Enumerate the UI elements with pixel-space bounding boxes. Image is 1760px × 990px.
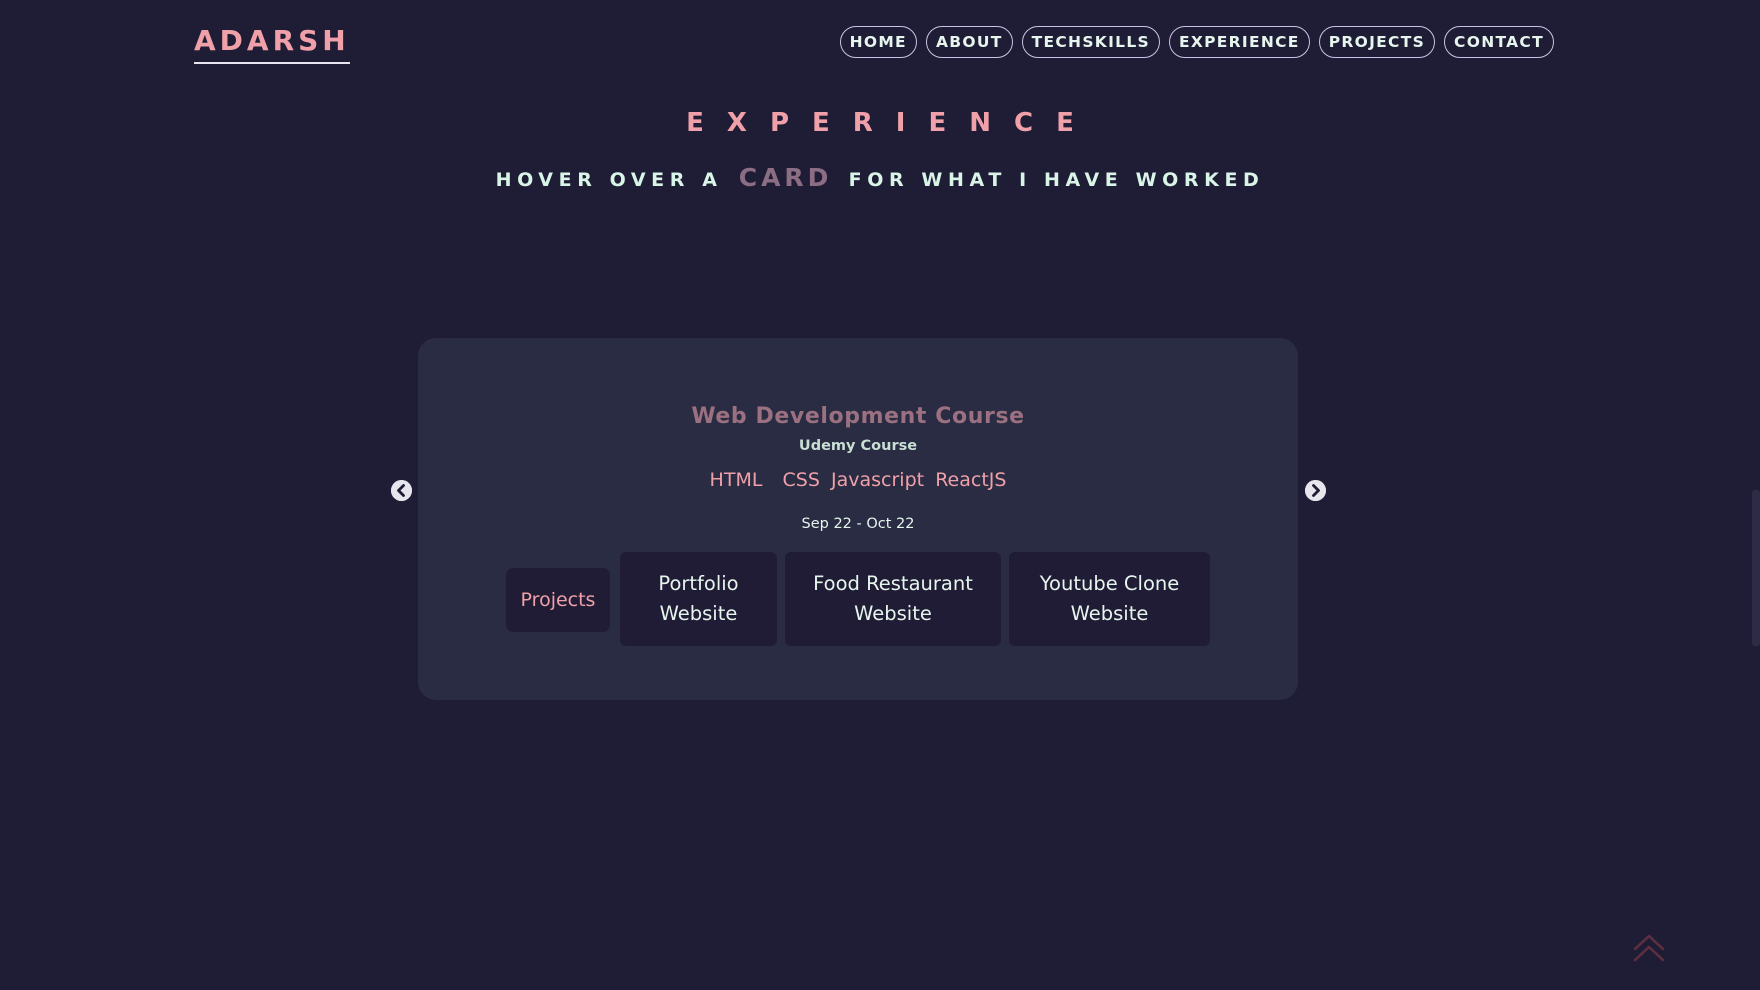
nav-home[interactable]: HOME: [839, 26, 917, 58]
page: ADARSH HOME ABOUT TECHSKILLS EXPERIENCE …: [0, 0, 1760, 990]
site-logo[interactable]: ADARSH: [194, 24, 350, 64]
tech-tag: CSS: [782, 469, 820, 491]
chevron-left-circle-icon: [391, 480, 412, 501]
tech-tag: HTML: [709, 469, 763, 491]
scrollbar-thumb[interactable]: [1752, 490, 1760, 646]
card-date: Sep 22 - Oct 22: [801, 516, 915, 532]
subtitle-text-before: HOVER OVER A: [495, 169, 723, 191]
project-tile-line: Youtube Clone: [1039, 572, 1180, 595]
project-tile-line: Website: [854, 602, 932, 625]
project-tile-portfolio[interactable]: Portfolio Website: [620, 552, 777, 646]
main-nav: HOME ABOUT TECHSKILLS EXPERIENCE PROJECT…: [839, 26, 1554, 58]
section-title: EXPERIENCE: [686, 108, 1097, 138]
experience-card[interactable]: Web Development Course Udemy Course HTML…: [418, 338, 1298, 700]
section-subtitle: HOVER OVER A CARD FOR WHAT I HAVE WORKED: [0, 160, 1760, 198]
carousel-next-button[interactable]: [1305, 480, 1326, 501]
subtitle-text-after: FOR WHAT I HAVE WORKED: [848, 169, 1265, 191]
project-tile-line: Website: [659, 602, 738, 625]
double-chevron-up-icon: [1633, 934, 1665, 962]
tech-list: HTML CSS Javascript ReactJS: [418, 466, 1298, 495]
card-organization: Udemy Course: [798, 438, 918, 454]
project-tile-line: Food Restaurant: [813, 572, 973, 595]
nav-techskills[interactable]: TECHSKILLS: [1021, 26, 1160, 58]
subtitle-emphasis: CARD: [738, 163, 833, 192]
project-tile-line: Portfolio: [658, 572, 739, 595]
project-tile-youtube-clone[interactable]: Youtube Clone Website: [1009, 552, 1210, 646]
tech-tag: ReactJS: [935, 469, 1007, 491]
project-tile-food-restaurant[interactable]: Food Restaurant Website: [785, 552, 1001, 646]
card-title: Web Development Course: [691, 404, 1025, 429]
nav-projects[interactable]: PROJECTS: [1318, 26, 1436, 58]
nav-contact[interactable]: CONTACT: [1444, 26, 1554, 58]
nav-about[interactable]: ABOUT: [925, 26, 1013, 58]
tech-tag: Javascript: [831, 469, 925, 491]
carousel-prev-button[interactable]: [391, 480, 412, 501]
project-tile-line: Website: [1070, 602, 1149, 625]
chevron-right-circle-icon: [1305, 480, 1326, 501]
back-to-top-button[interactable]: [1632, 932, 1666, 964]
projects-label: Projects: [506, 568, 610, 632]
nav-experience[interactable]: EXPERIENCE: [1168, 26, 1310, 58]
